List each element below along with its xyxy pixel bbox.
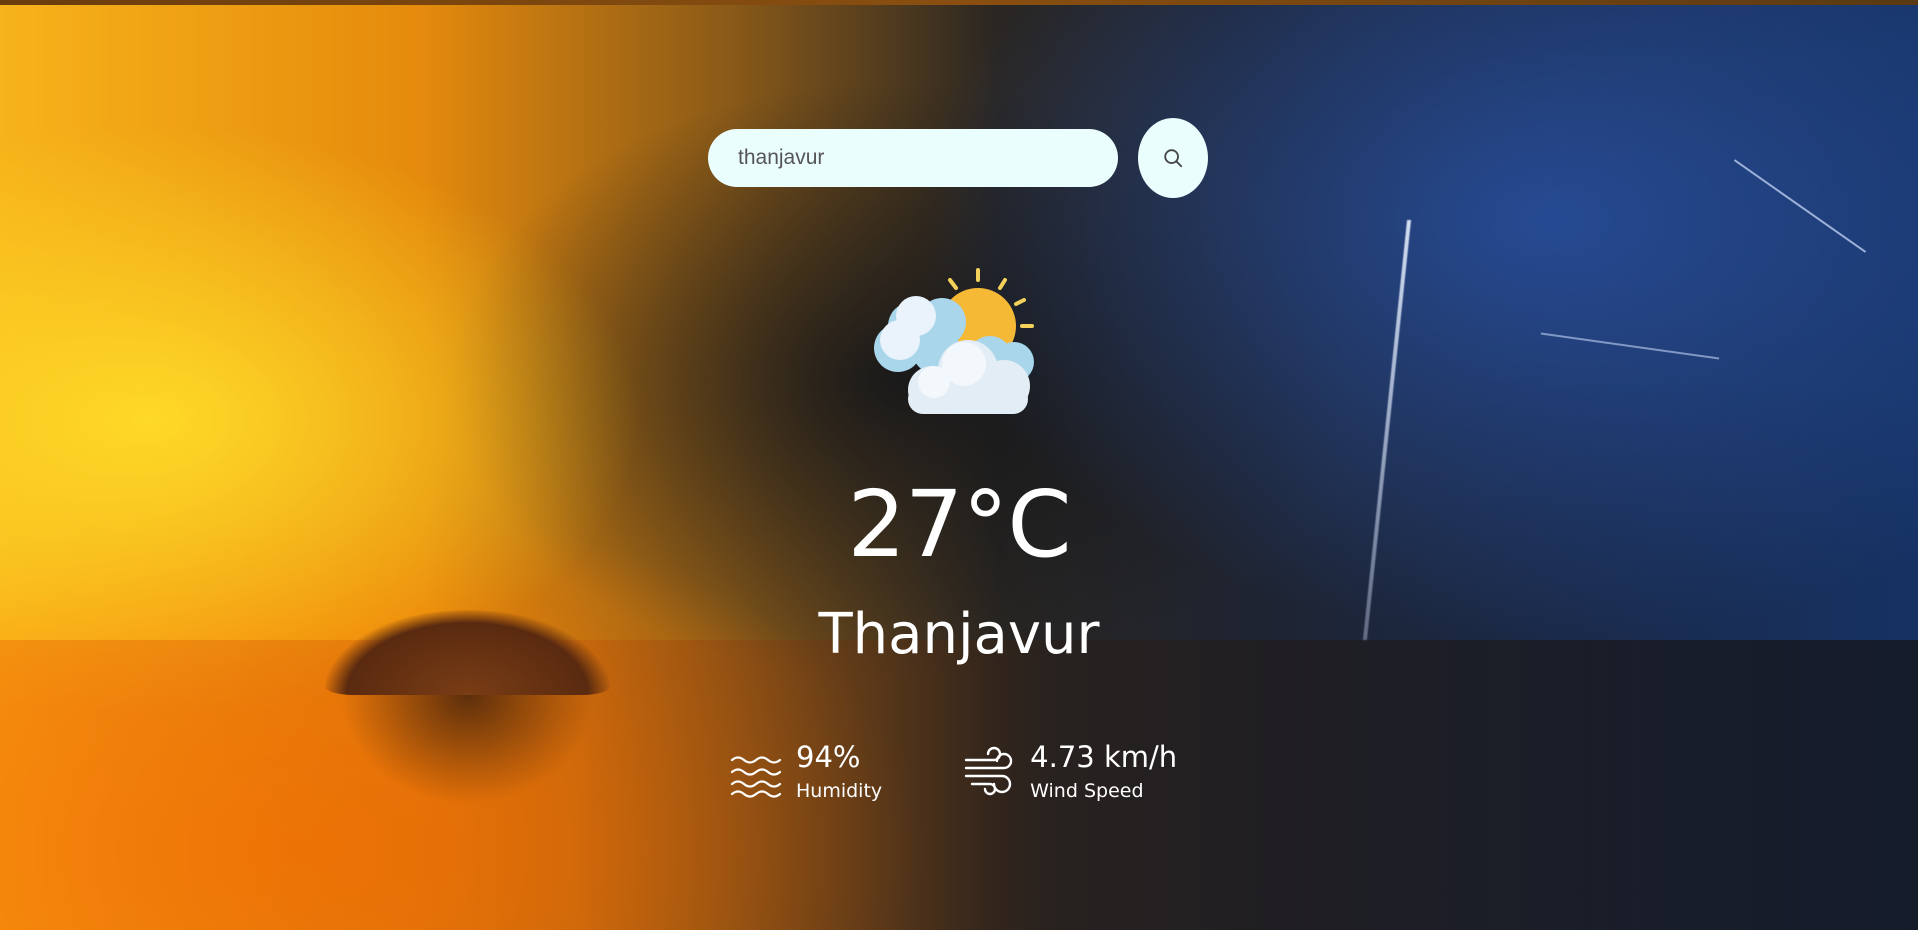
partly-cloudy-sun-icon: [874, 268, 1034, 414]
temperature: 27°C: [847, 471, 1071, 578]
humidity-detail: 94% Humidity: [730, 740, 882, 804]
search-icon: [1164, 149, 1183, 168]
humidity-value: 94%: [796, 740, 861, 774]
city-name: Thanjavur: [818, 602, 1100, 667]
humidity-label: Humidity: [796, 780, 883, 802]
weather-details: 94% Humidity 4.73 km/h Wind Speed: [730, 740, 1177, 804]
background-lightning: [1540, 332, 1720, 360]
search-button[interactable]: [1138, 118, 1208, 198]
background-island-reflection: [340, 695, 595, 805]
background-lightning: [1362, 220, 1412, 640]
wind-icon: [964, 746, 1013, 796]
background-lightning: [1733, 159, 1867, 253]
weather-app-page: 27°C Thanjavur 94% Humidity: [0, 0, 1918, 930]
top-border: [0, 0, 1918, 5]
humidity-waves-icon: [730, 756, 782, 798]
wind-speed-value: 4.73 km/h: [1030, 740, 1178, 774]
search-bar: [708, 118, 1208, 198]
wind-text: 4.73 km/h Wind Speed: [1030, 740, 1177, 804]
wind-speed-label: Wind Speed: [1030, 780, 1144, 802]
humidity-text: 94% Humidity: [796, 740, 882, 804]
city-search-input[interactable]: [708, 129, 1118, 187]
wind-detail: 4.73 km/h Wind Speed: [964, 740, 1177, 804]
